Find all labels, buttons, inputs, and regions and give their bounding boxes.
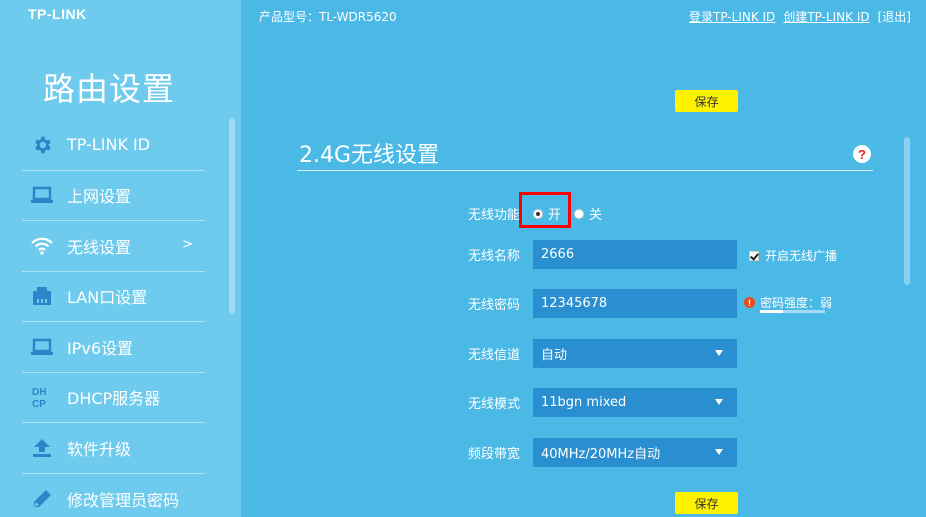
sidebar-item-label: IPv6设置 xyxy=(67,338,134,358)
product-model: 产品型号：TL-WDR5620 xyxy=(259,10,397,24)
mode-label: 无线模式 xyxy=(467,397,520,412)
ssid-input[interactable]: 2666 xyxy=(533,240,737,269)
upload-icon xyxy=(24,436,60,460)
svg-text:DH: DH xyxy=(32,387,46,398)
sidebar-item-upgrade[interactable]: 软件升级 xyxy=(22,423,205,474)
laptop-icon xyxy=(24,183,60,207)
sidebar-item-internet[interactable]: 上网设置 xyxy=(22,171,205,221)
sidebar-item-ipv6[interactable]: IPv6设置 xyxy=(22,322,205,373)
sidebar-item-label: TP-LINK ID xyxy=(67,135,151,155)
laptop-icon xyxy=(24,335,60,359)
channel-label: 无线信道 xyxy=(467,348,520,363)
checkbox-checked-icon xyxy=(749,250,759,261)
sidebar-item-admin-password[interactable]: 修改管理员密码 xyxy=(22,474,205,517)
dropdown-arrow-icon xyxy=(715,449,723,455)
section-divider xyxy=(297,170,873,171)
sidebar-item-label: 软件升级 xyxy=(67,439,132,459)
main-scrollbar[interactable] xyxy=(904,137,910,285)
wifi-icon xyxy=(24,234,60,258)
password-label: 无线密码 xyxy=(467,298,520,313)
wireless-off-label: 关 xyxy=(589,208,603,223)
password-strength-bar xyxy=(760,310,825,313)
sidebar-item-lan[interactable]: LAN口设置 xyxy=(22,272,205,322)
dhcp-icon: DH CP xyxy=(24,385,60,409)
tp-link-logo: TP-LINK xyxy=(28,6,87,22)
sidebar-item-label: 修改管理员密码 xyxy=(67,490,180,510)
warning-icon: ! xyxy=(744,297,755,308)
sidebar-title: 路由设置 xyxy=(43,70,176,108)
bandwidth-value: 40MHz/20MHz自动 xyxy=(541,447,661,462)
sidebar-item-label: DHCP服务器 xyxy=(67,389,161,409)
bandwidth-select[interactable]: 40MHz/20MHz自动 xyxy=(533,438,737,467)
wireless-on-label: 开 xyxy=(548,208,562,223)
gear-icon xyxy=(24,133,60,157)
mode-select[interactable]: 11bgn mixed xyxy=(533,388,737,417)
mode-value: 11bgn mixed xyxy=(541,395,627,410)
pencil-icon xyxy=(24,487,60,511)
save-button-top[interactable]: 保存 xyxy=(675,90,738,112)
chevron-right-icon: > xyxy=(182,237,193,252)
header-links: 登录TP-LINK ID 创建TP-LINK ID [退出] xyxy=(689,8,911,25)
sidebar-menu: TP-LINK ID 上网设置 无线设置 > LAN口设置 IPv6设置 DH … xyxy=(22,120,205,517)
password-strength-fill xyxy=(760,310,783,313)
radio-selected-icon xyxy=(533,208,543,219)
logout-link[interactable]: [退出] xyxy=(878,8,911,25)
help-icon[interactable]: ? xyxy=(853,145,871,163)
dropdown-arrow-icon xyxy=(715,350,723,356)
sidebar-item-wireless[interactable]: 无线设置 > xyxy=(22,221,205,272)
password-input[interactable]: 12345678 xyxy=(533,289,737,318)
radio-unselected-icon xyxy=(574,208,584,219)
save-button-bottom[interactable]: 保存 xyxy=(675,492,738,514)
broadcast-checkbox[interactable]: 开启无线广播 xyxy=(749,247,837,264)
wireless-on-radio[interactable]: 开 xyxy=(533,204,561,223)
sidebar-item-label: 上网设置 xyxy=(67,187,132,207)
dropdown-arrow-icon xyxy=(715,399,723,405)
channel-select[interactable]: 自动 xyxy=(533,339,737,368)
section-title: 2.4G无线设置 xyxy=(299,143,440,168)
wireless-off-radio[interactable]: 关 xyxy=(574,204,602,223)
broadcast-label: 开启无线广播 xyxy=(765,249,838,263)
network-icon xyxy=(24,284,60,308)
sidebar: TP-LINK 路由设置 TP-LINK ID 上网设置 无线设置 > LAN口… xyxy=(0,0,241,517)
sidebar-item-tp-link-id[interactable]: TP-LINK ID xyxy=(22,120,205,171)
password-strength-text: 密码强度：弱 xyxy=(760,296,833,310)
channel-value: 自动 xyxy=(541,348,568,363)
password-strength: ! 密码强度：弱 xyxy=(744,294,832,311)
svg-text:CP: CP xyxy=(32,399,46,409)
sidebar-item-dhcp[interactable]: DH CP DHCP服务器 xyxy=(22,373,205,423)
sidebar-item-label: LAN口设置 xyxy=(67,288,148,308)
login-tp-link-id-link[interactable]: 登录TP-LINK ID xyxy=(689,8,775,25)
sidebar-scrollbar[interactable] xyxy=(229,118,235,314)
create-tp-link-id-link[interactable]: 创建TP-LINK ID xyxy=(783,8,869,25)
sidebar-item-label: 无线设置 xyxy=(67,237,132,257)
ssid-label: 无线名称 xyxy=(467,249,520,264)
bandwidth-label: 频段带宽 xyxy=(467,447,520,462)
wireless-function-label: 无线功能 xyxy=(467,208,520,223)
